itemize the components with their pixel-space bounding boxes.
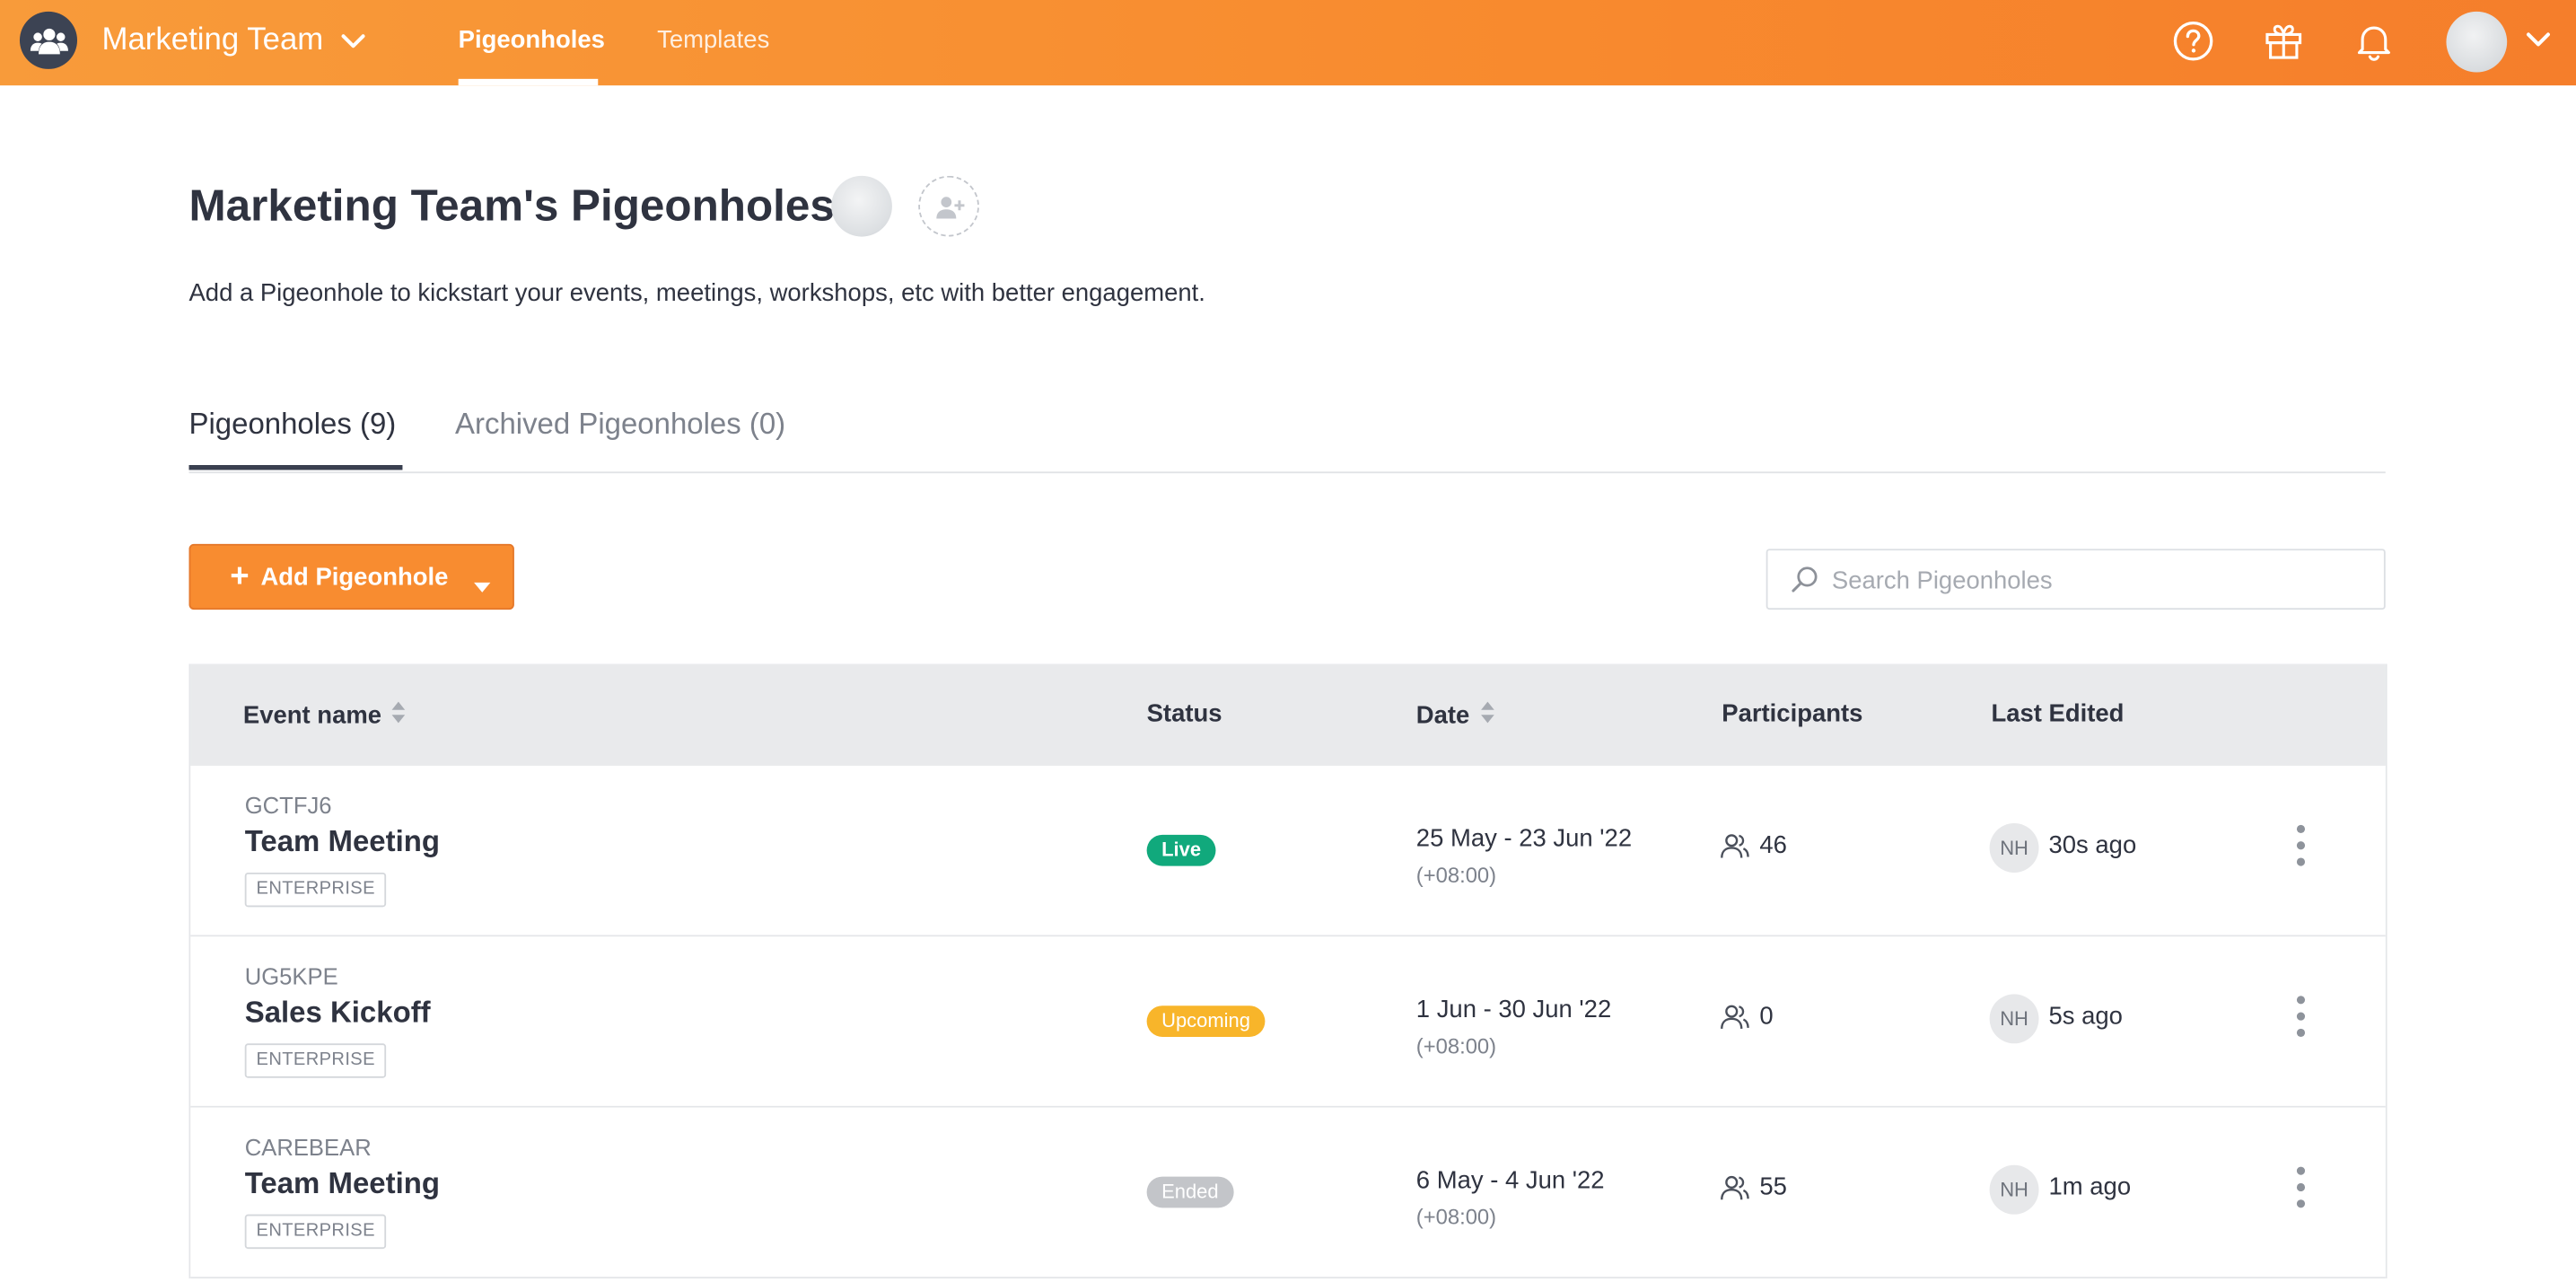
column-participants-label: Participants <box>1722 699 1863 728</box>
event-code: CAREBEAR <box>244 1133 372 1161</box>
user-avatar[interactable] <box>2446 11 2508 73</box>
participants-icon <box>1720 1175 1749 1209</box>
plus-icon: + <box>230 558 250 595</box>
column-date[interactable]: Date <box>1416 700 1494 732</box>
status-badge: Ended <box>1146 1176 1234 1208</box>
participants-count: 46 <box>1759 831 1787 860</box>
participants-icon <box>1720 1004 1749 1038</box>
participants-count: 0 <box>1759 1002 1774 1031</box>
event-name[interactable]: Team Meeting <box>245 1167 440 1201</box>
top-navigation-bar: Marketing Team Pigeonholes Templates <box>0 0 2576 86</box>
table-row[interactable]: GCTFJ6 Team Meeting ENTERPRISE Live 25 M… <box>190 765 2386 937</box>
search-pigeonholes-field[interactable] <box>1766 549 2386 610</box>
event-date: 6 May - 4 Jun '22 <box>1415 1166 1605 1195</box>
tab-archived-pigeonholes[interactable]: Archived Pigeonholes (0) <box>455 408 785 442</box>
more-options-icon[interactable] <box>2293 996 2307 1041</box>
event-timezone: (+08:00) <box>1415 862 1497 888</box>
last-edited-time: 30s ago <box>2048 831 2137 860</box>
column-participants: Participants <box>1722 700 1862 728</box>
search-input[interactable] <box>1828 560 2361 601</box>
participants-icon <box>1720 833 1749 867</box>
column-last-edited-label: Last Edited <box>1991 699 2125 728</box>
column-event-name-label: Event name <box>242 701 382 730</box>
tab-divider <box>188 471 2386 474</box>
plan-badge: ENTERPRISE <box>244 1043 387 1078</box>
event-code: UG5KPE <box>244 962 338 989</box>
tab-active-indicator <box>188 465 403 470</box>
more-options-icon[interactable] <box>2293 1166 2307 1213</box>
sort-icon[interactable] <box>391 700 406 732</box>
page-title: Marketing Team's Pigeonholes <box>188 180 835 231</box>
event-code: GCTFJ6 <box>244 792 332 819</box>
bell-icon[interactable] <box>2353 20 2396 63</box>
table-row[interactable]: CAREBEAR Team Meeting ENTERPRISE Ended 6… <box>190 1107 2386 1279</box>
help-icon[interactable] <box>2172 20 2215 63</box>
search-icon <box>1791 566 1818 601</box>
more-options-icon[interactable] <box>2293 824 2307 871</box>
column-last-edited: Last Edited <box>1991 700 2124 728</box>
team-logo-icon[interactable] <box>19 11 78 69</box>
last-edited-time: 5s ago <box>2048 1002 2123 1031</box>
participants-count: 55 <box>1759 1172 1787 1202</box>
team-switcher-chevron-down-icon[interactable] <box>338 26 368 64</box>
app-root: Marketing Team Pigeonholes Templates Mar… <box>0 0 2576 1282</box>
add-member-button[interactable] <box>918 175 979 237</box>
add-pigeonhole-button[interactable]: + Add Pigeonhole <box>188 543 514 610</box>
plan-badge: ENTERPRISE <box>244 1214 387 1250</box>
nav-active-indicator <box>458 78 599 86</box>
column-status: Status <box>1147 700 1222 728</box>
add-user-icon <box>935 196 964 218</box>
editor-avatar: NH <box>1989 994 2039 1044</box>
gift-icon[interactable] <box>2262 20 2305 63</box>
tab-pigeonholes[interactable]: Pigeonholes (9) <box>188 408 396 442</box>
status-badge: Upcoming <box>1146 1005 1266 1037</box>
add-options-caret-down-icon[interactable] <box>473 572 491 601</box>
event-name[interactable]: Team Meeting <box>245 825 440 859</box>
editor-avatar: NH <box>1989 823 2039 873</box>
last-edited-time: 1m ago <box>2048 1172 2132 1202</box>
column-event-name[interactable]: Event name <box>243 700 407 732</box>
user-menu-chevron-down-icon[interactable] <box>2523 30 2553 61</box>
event-timezone: (+08:00) <box>1415 1204 1497 1230</box>
event-name[interactable]: Sales Kickoff <box>245 996 431 1030</box>
editor-avatar: NH <box>1989 1164 2039 1215</box>
event-date: 25 May - 23 Jun '22 <box>1415 824 1633 853</box>
table-header: Event name Status Date Participants Last… <box>190 663 2386 766</box>
nav-tab-pigeonholes[interactable]: Pigeonholes <box>459 26 605 54</box>
page-subtitle: Add a Pigeonhole to kickstart your event… <box>188 279 1205 308</box>
nav-tab-templates[interactable]: Templates <box>657 26 769 54</box>
status-badge: Live <box>1146 834 1216 866</box>
plan-badge: ENTERPRISE <box>244 872 387 908</box>
event-date: 1 Jun - 30 Jun '22 <box>1415 996 1612 1024</box>
event-timezone: (+08:00) <box>1415 1033 1497 1058</box>
table-row[interactable]: UG5KPE Sales Kickoff ENTERPRISE Upcoming… <box>190 936 2386 1108</box>
sort-icon[interactable] <box>1479 700 1494 732</box>
member-avatar[interactable] <box>831 175 892 237</box>
add-pigeonhole-label: Add Pigeonhole <box>260 562 449 592</box>
team-name[interactable]: Marketing Team <box>101 23 323 59</box>
column-status-label: Status <box>1146 699 1222 728</box>
pigeonholes-table: Event name Status Date Participants Last… <box>188 663 2388 1279</box>
column-date-label: Date <box>1415 701 1470 730</box>
